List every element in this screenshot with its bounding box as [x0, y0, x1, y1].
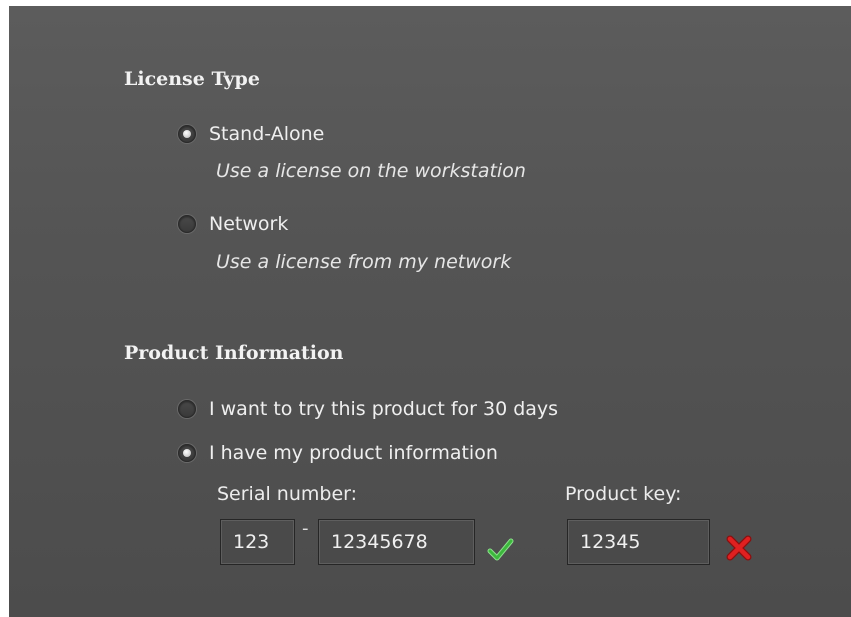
radio-option-trial[interactable]: I want to try this product for 30 days: [178, 398, 558, 420]
radio-option-network[interactable]: Network: [178, 213, 288, 235]
hint-stand-alone: Use a license on the workstation: [216, 160, 526, 182]
radio-label-trial: I want to try this product for 30 days: [209, 398, 559, 420]
radio-button-network[interactable]: [178, 215, 196, 233]
serial-prefix-field[interactable]: 123: [220, 519, 295, 565]
serial-number-field[interactable]: 12345678: [318, 519, 475, 565]
radio-button-stand-alone[interactable]: [178, 125, 196, 143]
serial-separator: -: [302, 518, 309, 539]
hint-network: Use a license from my network: [216, 251, 512, 273]
valid-check-icon: [487, 538, 514, 561]
invalid-x-icon: [726, 535, 752, 561]
radio-option-have-product-info[interactable]: I have my product information: [178, 442, 498, 464]
radio-option-stand-alone[interactable]: Stand-Alone: [178, 123, 324, 145]
radio-button-have-product-info[interactable]: [178, 444, 196, 462]
radio-label-have-product-info: I have my product information: [209, 442, 498, 464]
radio-label-stand-alone: Stand-Alone: [209, 123, 325, 145]
license-type-heading: License Type: [124, 68, 260, 90]
radio-label-network: Network: [209, 213, 289, 235]
radio-button-trial[interactable]: [178, 400, 196, 418]
license-dialog-panel: License Type Stand-Alone Use a license o…: [9, 6, 851, 617]
product-information-heading: Product Information: [124, 342, 344, 364]
serial-number-label: Serial number:: [217, 483, 358, 505]
product-key-label: Product key:: [565, 483, 682, 505]
product-key-field[interactable]: 12345: [567, 519, 710, 565]
